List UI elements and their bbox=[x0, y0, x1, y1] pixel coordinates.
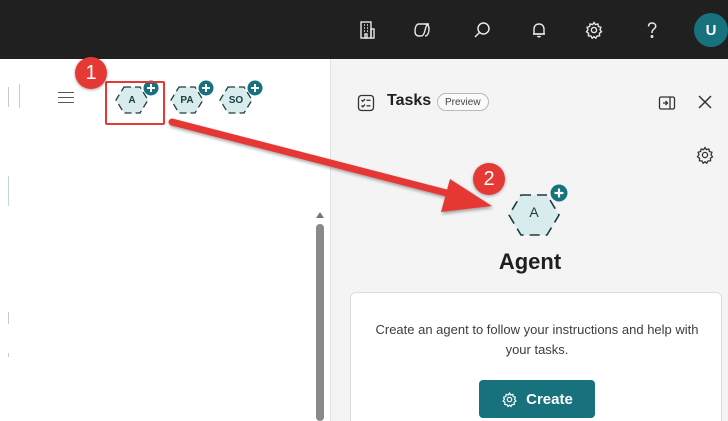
scroll-up-arrow-icon[interactable] bbox=[316, 212, 324, 218]
agent-large-icon: A bbox=[507, 184, 568, 243]
agent-chip-label: PA bbox=[180, 94, 194, 106]
copilot-icon[interactable] bbox=[406, 14, 438, 46]
divider bbox=[19, 84, 20, 108]
divider bbox=[8, 353, 9, 357]
agent-title: Agent bbox=[498, 249, 562, 274]
scroll-thumb[interactable] bbox=[316, 224, 324, 421]
bell-icon[interactable] bbox=[523, 14, 555, 46]
search-icon[interactable] bbox=[466, 14, 498, 46]
card-description: Create an agent to follow your instructi… bbox=[375, 322, 699, 357]
agent-chip-pa[interactable]: PA bbox=[168, 80, 214, 124]
create-button[interactable]: Create bbox=[479, 380, 595, 418]
step-number: 1 bbox=[85, 61, 97, 84]
scrollbar[interactable] bbox=[314, 210, 326, 421]
agent-chip-so[interactable]: SO bbox=[217, 80, 263, 124]
avatar[interactable]: U bbox=[694, 13, 728, 47]
help-icon[interactable] bbox=[636, 14, 668, 46]
agent-chip-label: SO bbox=[228, 94, 244, 106]
pin-panel-icon[interactable] bbox=[657, 93, 677, 113]
gear-icon[interactable] bbox=[578, 14, 610, 46]
tasks-panel: Tasks Preview A Agent Create an agent to… bbox=[330, 59, 728, 421]
agent-large-label: A bbox=[529, 204, 539, 220]
highlight-box bbox=[105, 81, 165, 125]
preview-badge: Preview bbox=[437, 93, 489, 111]
tasks-title: Tasks bbox=[387, 92, 432, 109]
building-icon[interactable] bbox=[351, 14, 383, 46]
divider bbox=[8, 176, 9, 206]
tasks-icon bbox=[356, 93, 376, 113]
step-number: 2 bbox=[483, 167, 495, 190]
step-badge-1: 1 bbox=[75, 57, 107, 89]
step-badge-2: 2 bbox=[473, 163, 505, 195]
close-icon[interactable] bbox=[695, 92, 715, 112]
create-gear-icon bbox=[502, 391, 517, 407]
app-window: U A PA SO 1 Tasks Preview A Agent Create… bbox=[0, 0, 728, 421]
create-agent-card: Create an agent to follow your instructi… bbox=[350, 292, 722, 421]
create-label: Create bbox=[526, 390, 573, 408]
settings-gear-icon[interactable] bbox=[695, 145, 715, 165]
hamburger-menu-icon[interactable] bbox=[58, 92, 74, 104]
divider bbox=[8, 87, 9, 107]
top-bar: U bbox=[0, 0, 728, 59]
left-panel bbox=[0, 59, 330, 421]
avatar-initial: U bbox=[705, 21, 717, 39]
divider bbox=[8, 312, 9, 324]
